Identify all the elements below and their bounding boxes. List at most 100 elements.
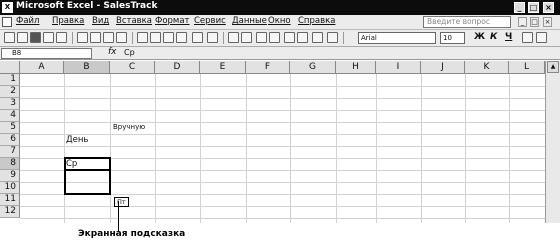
doc-close-button[interactable]: × — [543, 17, 552, 27]
doc-minimize-button[interactable]: _ — [518, 17, 527, 27]
menu-edit[interactable]: Правка — [52, 16, 84, 26]
gridline — [20, 122, 545, 123]
column-header-G[interactable]: G — [290, 61, 336, 74]
align-center-icon[interactable] — [536, 32, 547, 43]
column-header-L[interactable]: L — [509, 61, 545, 74]
column-header-D[interactable]: D — [155, 61, 200, 74]
gridline — [20, 98, 545, 99]
column-header-E[interactable]: E — [200, 61, 246, 74]
toolbar-separator — [223, 32, 224, 44]
gridline — [110, 74, 111, 223]
menu-tools[interactable]: Сервис — [194, 16, 226, 26]
paste-icon[interactable] — [163, 32, 174, 43]
selected-range[interactable] — [64, 157, 111, 195]
gridline — [246, 74, 247, 223]
name-box[interactable]: B8 — [1, 48, 92, 59]
help-icon[interactable] — [327, 32, 338, 43]
gridline — [20, 110, 545, 111]
menu-format[interactable]: Формат — [155, 16, 190, 26]
gridline — [465, 74, 466, 223]
sort-descending-icon[interactable] — [269, 32, 280, 43]
open-icon[interactable] — [17, 32, 28, 43]
column-header-B[interactable]: B — [64, 61, 110, 74]
menu-help[interactable]: Справка — [298, 16, 335, 26]
row-header-4[interactable]: 4 — [0, 110, 20, 122]
print-preview-icon[interactable] — [90, 32, 101, 43]
print-icon[interactable] — [77, 32, 88, 43]
spelling-icon[interactable] — [103, 32, 114, 43]
gridline — [20, 134, 545, 135]
close-button[interactable]: × — [543, 2, 554, 13]
italic-button[interactable]: К — [490, 32, 497, 42]
permission-icon[interactable] — [43, 32, 54, 43]
row-header-10[interactable]: 10 — [0, 182, 20, 194]
gridline — [336, 74, 337, 223]
align-left-icon[interactable] — [522, 32, 533, 43]
row-header-8[interactable]: 8 — [0, 158, 20, 170]
row-header-9[interactable]: 9 — [0, 170, 20, 182]
column-header-A[interactable]: A — [20, 61, 64, 74]
toolbar-separator — [72, 32, 73, 44]
sort-ascending-icon[interactable] — [256, 32, 267, 43]
copy-icon[interactable] — [150, 32, 161, 43]
minimize-button[interactable]: _ — [514, 2, 525, 13]
row-header-3[interactable]: 3 — [0, 98, 20, 110]
column-header-H[interactable]: H — [336, 61, 376, 74]
column-header-C[interactable]: C — [110, 61, 155, 74]
undo-icon[interactable] — [192, 32, 203, 43]
column-header-F[interactable]: F — [246, 61, 290, 74]
chart-wizard-icon[interactable] — [284, 32, 295, 43]
help-question-input[interactable]: Введите вопрос — [423, 16, 511, 28]
restore-button[interactable]: □ — [528, 2, 539, 13]
column-header-J[interactable]: J — [421, 61, 465, 74]
gridline — [20, 86, 545, 87]
hyperlink-icon[interactable] — [228, 32, 239, 43]
cut-icon[interactable] — [137, 32, 148, 43]
excel-icon[interactable]: X — [2, 2, 13, 13]
cell-C5[interactable]: Вручную — [113, 123, 145, 131]
gridline — [64, 74, 65, 223]
column-header-I[interactable]: I — [376, 61, 421, 74]
font-name-select[interactable]: Arial — [358, 32, 436, 44]
email-icon[interactable] — [56, 32, 67, 43]
zoom-icon[interactable] — [312, 32, 323, 43]
row-header-5[interactable]: 5 — [0, 122, 20, 134]
menu-window[interactable]: Окно — [268, 16, 291, 26]
worksheet-grid[interactable]: A B C D E F G H I J K L 1 2 3 4 5 6 7 8 … — [0, 61, 545, 223]
insert-function-icon[interactable]: fx — [108, 47, 117, 57]
row-header-7[interactable]: 7 — [0, 146, 20, 158]
new-icon[interactable] — [4, 32, 15, 43]
row-header-2[interactable]: 2 — [0, 86, 20, 98]
menu-data[interactable]: Данные — [232, 16, 267, 26]
save-icon[interactable] — [30, 32, 41, 43]
vertical-scrollbar[interactable]: ▲ — [545, 61, 560, 223]
active-cell-border — [64, 169, 111, 171]
column-header-K[interactable]: K — [465, 61, 509, 74]
menu-file[interactable]: Файл — [16, 16, 39, 26]
research-icon[interactable] — [116, 32, 127, 43]
gridline — [20, 146, 545, 147]
formula-input[interactable]: Ср — [124, 48, 135, 57]
row-header-1[interactable]: 1 — [0, 74, 20, 86]
workbook-icon[interactable] — [2, 17, 12, 27]
gridline — [200, 74, 201, 223]
toolbar-separator — [132, 32, 133, 44]
font-size-select[interactable]: 10 — [440, 32, 465, 44]
window-title: Microsoft Excel - SalesTrack — [16, 1, 158, 11]
row-header-12[interactable]: 12 — [0, 206, 20, 218]
bold-button[interactable]: Ж — [474, 32, 485, 42]
select-all-corner[interactable] — [0, 61, 20, 74]
menu-insert[interactable]: Вставка — [116, 16, 152, 26]
scroll-up-icon[interactable]: ▲ — [547, 61, 559, 73]
gridline — [20, 218, 545, 219]
autosum-icon[interactable] — [241, 32, 252, 43]
row-header-6[interactable]: 6 — [0, 134, 20, 146]
menu-view[interactable]: Вид — [92, 16, 109, 26]
format-painter-icon[interactable] — [176, 32, 187, 43]
drawing-icon[interactable] — [297, 32, 308, 43]
cell-B6[interactable]: День — [66, 135, 88, 145]
doc-restore-button[interactable]: □ — [530, 17, 539, 27]
redo-icon[interactable] — [207, 32, 218, 43]
underline-button[interactable]: Ч — [505, 32, 512, 42]
row-header-11[interactable]: 11 — [0, 194, 20, 206]
